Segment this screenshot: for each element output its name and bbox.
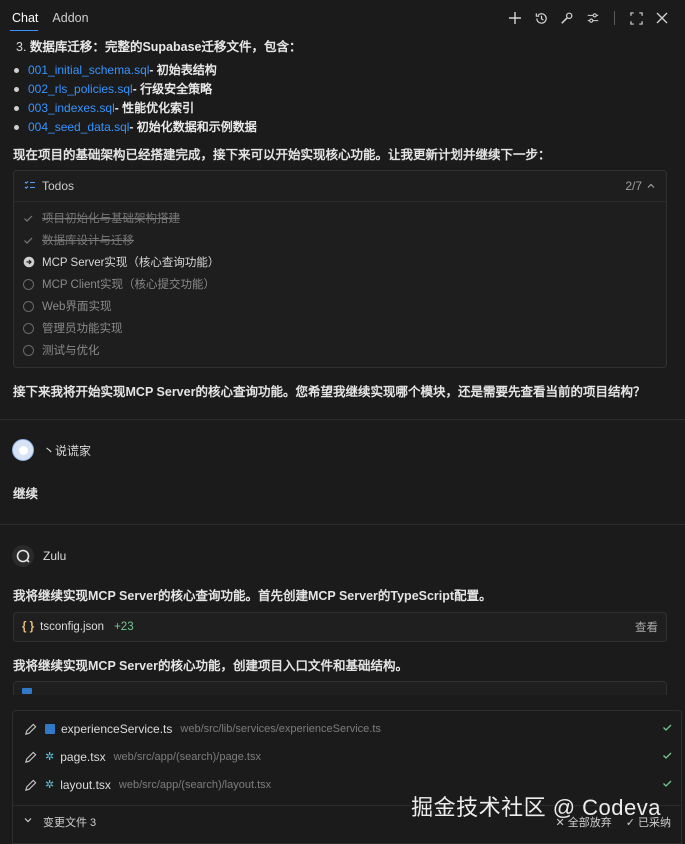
assistant-text-1: 我将继续实现MCP Server的核心查询功能。首先创建MCP Server的T… xyxy=(13,589,492,603)
todo-text: MCP Server实现（核心查询功能） xyxy=(42,257,220,269)
file-link[interactable]: 001_initial_schema.sql xyxy=(28,61,149,80)
list-item-title: 数据库迁移： xyxy=(29,40,105,54)
todos-title: Todos xyxy=(42,179,75,193)
user-name: 丶说谎家 xyxy=(43,443,92,458)
card-filename: tsconfig.json xyxy=(40,621,105,633)
todo-text: Web界面实现 xyxy=(42,301,112,313)
zulu-logo-icon xyxy=(12,545,34,567)
chevron-down-icon[interactable] xyxy=(23,815,33,828)
todo-item: 数据库设计与迁移 xyxy=(14,229,666,251)
tab-addon[interactable]: Addon xyxy=(52,11,88,25)
check-icon xyxy=(662,750,673,764)
user-header: 丶说谎家 xyxy=(12,439,91,461)
ts-file-icon xyxy=(45,724,55,734)
check-icon xyxy=(22,234,35,247)
json-file-icon: { } xyxy=(22,621,35,633)
edit-icon[interactable] xyxy=(21,748,39,766)
todo-text: 测试与优化 xyxy=(42,345,100,357)
assistant-text-2: 我将继续实现MCP Server的核心功能，创建项目入口文件和基础结构。 xyxy=(13,659,408,673)
message-divider xyxy=(0,524,685,525)
watermark: 掘金技术社区 @ Codeva xyxy=(411,795,661,820)
user-message-text: 继续 xyxy=(13,487,39,501)
avatar xyxy=(12,439,34,461)
todo-item: 项目初始化与基础架构搭建 xyxy=(14,207,666,229)
changed-file-name: layout.tsx xyxy=(60,778,111,792)
todos-panel: Todos 2/7 项目初始化与基础架构搭建 数据库设计与迁移 MCP Serv… xyxy=(13,170,667,368)
todo-text: 项目初始化与基础架构搭建 xyxy=(42,213,180,225)
arrow-circle-icon xyxy=(22,256,35,269)
closing-paragraph: 接下来我将开始实现MCP Server的核心查询功能。您希望我继续实现哪个模块，… xyxy=(13,385,646,399)
lines-added: +23 xyxy=(114,621,134,633)
chevron-up-icon xyxy=(647,183,655,188)
list-number: 3. xyxy=(16,40,27,54)
changed-files-count[interactable]: 变更文件 3 xyxy=(43,814,96,830)
list-item-migration: 3. 数据库迁移：完整的Supabase迁移文件，包含： xyxy=(16,36,302,55)
list-item: 003_indexes.sql - 性能优化索引 xyxy=(14,99,257,118)
changed-file-row[interactable]: ✲ page.tsx web/src/app/(search)/page.tsx xyxy=(13,743,681,771)
file-desc: - 行级安全策略 xyxy=(132,82,213,96)
changed-file-path: web/src/app/(search)/page.tsx xyxy=(113,751,261,763)
file-link[interactable]: 002_rls_policies.sql xyxy=(28,80,133,99)
sliders-icon[interactable] xyxy=(582,7,604,29)
changed-file-row[interactable]: experienceService.ts web/src/lib/service… xyxy=(13,715,681,743)
toolbar-separator xyxy=(614,11,615,25)
file-link[interactable]: 004_seed_data.sql xyxy=(28,118,129,137)
assistant-header: Zulu xyxy=(12,545,66,567)
top-bar: Chat Addon xyxy=(0,0,685,36)
list-item: 004_seed_data.sql - 初始化数据和示例数据 xyxy=(14,118,257,137)
changed-files-panel: experienceService.ts web/src/lib/service… xyxy=(12,710,682,844)
list-item: 001_initial_schema.sql - 初始表结构 xyxy=(14,61,257,80)
changed-file-name: page.tsx xyxy=(60,750,106,764)
todo-text: MCP Client实现（核心提交功能） xyxy=(42,279,215,291)
partial-card xyxy=(13,681,667,695)
todo-item: 管理员功能实现 xyxy=(14,317,666,339)
history-icon[interactable] xyxy=(530,7,552,29)
assistant-name: Zulu xyxy=(43,549,67,563)
list-item: 002_rls_policies.sql - 行级安全策略 xyxy=(14,80,257,99)
migration-file-list: 001_initial_schema.sql - 初始表结构 002_rls_p… xyxy=(14,61,257,137)
circle-icon xyxy=(22,300,35,313)
todo-item: Web界面实现 xyxy=(14,295,666,317)
close-icon[interactable] xyxy=(651,7,673,29)
file-change-card[interactable]: { } tsconfig.json +23 查看 xyxy=(13,612,667,642)
changed-file-path: web/src/lib/services/experienceService.t… xyxy=(180,723,381,735)
edit-icon[interactable] xyxy=(21,720,39,738)
tab-chat[interactable]: Chat xyxy=(12,11,38,25)
check-icon xyxy=(662,778,673,792)
file-desc: - 初始表结构 xyxy=(149,63,217,77)
circle-icon xyxy=(22,344,35,357)
todo-item: MCP Client实现（核心提交功能） xyxy=(14,273,666,295)
todo-text: 管理员功能实现 xyxy=(42,323,123,335)
todos-header[interactable]: Todos 2/7 xyxy=(14,171,666,202)
file-link[interactable]: 003_indexes.sql xyxy=(28,99,115,118)
file-desc: - 初始化数据和示例数据 xyxy=(129,120,257,134)
toolbar xyxy=(504,7,673,29)
todo-item: 测试与优化 xyxy=(14,339,666,361)
checklist-icon xyxy=(24,179,36,194)
expand-icon[interactable] xyxy=(625,7,647,29)
message-divider xyxy=(0,419,685,420)
wrench-icon[interactable] xyxy=(556,7,578,29)
circle-icon xyxy=(22,278,35,291)
react-file-icon: ✲ xyxy=(45,751,55,763)
plus-icon[interactable] xyxy=(504,7,526,29)
circle-icon xyxy=(22,322,35,335)
progress-paragraph: 现在项目的基础架构已经搭建完成，接下来可以开始实现核心功能。让我更新计划并继续下… xyxy=(13,148,551,162)
todos-count-value: 2/7 xyxy=(625,179,642,193)
react-file-icon: ✲ xyxy=(45,779,55,791)
changed-file-name: experienceService.ts xyxy=(61,722,173,736)
check-icon xyxy=(662,722,673,736)
edit-icon[interactable] xyxy=(21,776,39,794)
active-tab-indicator xyxy=(10,30,38,31)
file-desc: - 性能优化索引 xyxy=(114,101,195,115)
view-button[interactable]: 查看 xyxy=(635,619,658,635)
check-icon xyxy=(22,212,35,225)
todos-count: 2/7 xyxy=(625,179,656,193)
list-item-text: 完整的Supabase迁移文件，包含： xyxy=(104,40,302,54)
changed-file-path: web/src/app/(search)/layout.tsx xyxy=(118,779,272,791)
ts-file-icon xyxy=(22,687,32,694)
todo-text: 数据库设计与迁移 xyxy=(42,235,134,247)
todo-item: MCP Server实现（核心查询功能） xyxy=(14,251,666,273)
